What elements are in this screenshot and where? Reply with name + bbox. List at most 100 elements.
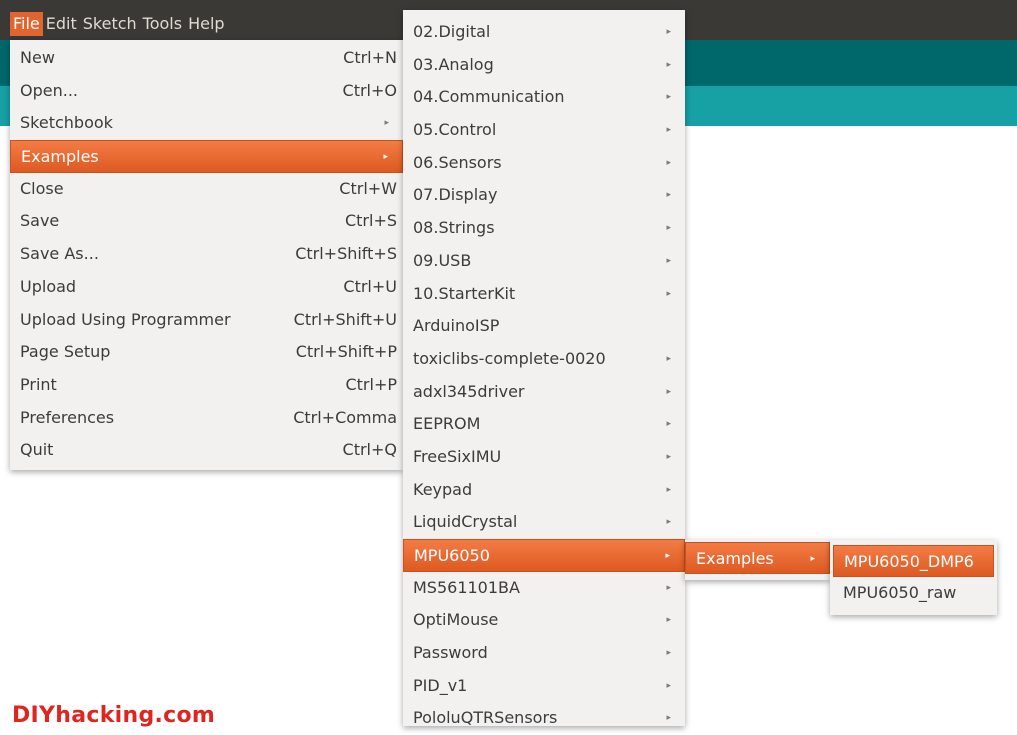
example-usb[interactable]: 09.USB ▸ <box>403 245 685 278</box>
example-analog[interactable]: 03.Analog ▸ <box>403 49 685 82</box>
menu-item-label: EEPROM <box>413 414 481 434</box>
menu-item-label: Close <box>20 178 64 198</box>
submenu-arrow-icon: ▸ <box>666 353 671 364</box>
submenu-arrow-icon: ▸ <box>666 288 671 299</box>
menu-item-label: LiquidCrystal <box>413 512 518 532</box>
menu-item-close[interactable]: Close Ctrl+W <box>10 173 403 206</box>
submenu-arrow-icon: ▸ <box>384 118 389 129</box>
menu-item-label: 08.Strings <box>413 218 495 238</box>
menu-item-label: MPU6050_DMP6 <box>844 552 974 571</box>
example-control[interactable]: 05.Control ▸ <box>403 114 685 147</box>
menu-item-label: OptiMouse <box>413 610 499 630</box>
menu-item-new[interactable]: New Ctrl+N <box>10 42 403 75</box>
submenu-arrow-icon: ▸ <box>383 152 388 163</box>
menubar: File Edit Sketch Tools Help <box>10 12 228 36</box>
example-optimouse[interactable]: OptiMouse ▸ <box>403 604 685 637</box>
submenu-arrow-icon: ▸ <box>666 648 671 659</box>
mpu6050-examples-item[interactable]: Examples ▸ <box>685 542 830 574</box>
examples-submenu: 02.Digital ▸ 03.Analog ▸ 04.Communication ▸… <box>403 10 685 727</box>
menu-item-sketchbook[interactable]: Sketchbook ▸ <box>10 107 403 140</box>
menu-item-save-as[interactable]: Save As... Ctrl+Shift+S <box>10 238 403 271</box>
submenu-arrow-icon: ▸ <box>666 190 671 201</box>
example-starterkit[interactable]: 10.StarterKit ▸ <box>403 278 685 311</box>
menu-item-preferences[interactable]: Preferences Ctrl+Comma <box>10 402 403 435</box>
submenu-arrow-icon: ▸ <box>666 223 671 234</box>
menu-item-label: 05.Control <box>413 120 497 140</box>
submenu-arrow-icon: ▸ <box>666 582 671 593</box>
menu-item-shortcut: Ctrl+U <box>343 276 397 296</box>
menu-item-label: FreeSixIMU <box>413 446 502 466</box>
menu-item-label: Save As... <box>20 244 99 264</box>
example-display[interactable]: 07.Display ▸ <box>403 179 685 212</box>
example-mpu6050[interactable]: MPU6050 ▸ <box>403 539 685 572</box>
example-keypad[interactable]: Keypad ▸ <box>403 474 685 507</box>
submenu-arrow-icon: ▸ <box>666 27 671 37</box>
submenu-arrow-icon: ▸ <box>666 59 671 70</box>
menu-item-label: Upload Using Programmer <box>20 309 231 329</box>
example-pid-v1[interactable]: PID_v1 ▸ <box>403 670 685 703</box>
example-communication[interactable]: 04.Communication ▸ <box>403 81 685 114</box>
example-toxiclibs[interactable]: toxiclibs-complete-0020 ▸ <box>403 343 685 376</box>
submenu-arrow-icon: ▸ <box>666 615 671 626</box>
menu-item-save[interactable]: Save Ctrl+S <box>10 205 403 238</box>
menu-item-label: 06.Sensors <box>413 152 502 172</box>
submenu-arrow-icon: ▸ <box>666 517 671 528</box>
mpu6050-examples-submenu: MPU6050_DMP6 MPU6050_raw <box>830 540 997 615</box>
example-eeprom[interactable]: EEPROM ▸ <box>403 408 685 441</box>
menu-item-upload-using-programmer[interactable]: Upload Using Programmer Ctrl+Shift+U <box>10 304 403 337</box>
menu-item-shortcut: Ctrl+P <box>345 374 397 394</box>
example-arduinoisp[interactable]: ArduinoISP <box>403 310 685 343</box>
submenu-arrow-icon: ▸ <box>666 92 671 103</box>
example-liquidcrystal[interactable]: LiquidCrystal ▸ <box>403 506 685 539</box>
menu-item-label: Save <box>20 211 60 231</box>
menu-item-shortcut: Ctrl+Shift+S <box>295 244 397 264</box>
mpu6050-submenu: Examples ▸ <box>685 540 830 580</box>
watermark: DIYhacking.com <box>12 703 216 728</box>
submenu-arrow-icon: ▸ <box>666 484 671 495</box>
menu-item-shortcut: Ctrl+Shift+U <box>293 309 397 329</box>
submenu-arrow-icon: ▸ <box>666 680 671 691</box>
example-freesiximu[interactable]: FreeSixIMU ▸ <box>403 441 685 474</box>
example-strings[interactable]: 08.Strings ▸ <box>403 212 685 245</box>
menu-item-label: Upload <box>20 276 77 296</box>
menu-item-shortcut: Ctrl+Comma <box>293 407 397 427</box>
submenu-arrow-icon: ▸ <box>666 713 671 724</box>
menu-sketch[interactable]: Sketch <box>80 12 140 36</box>
menu-help[interactable]: Help <box>185 12 227 36</box>
menu-edit[interactable]: Edit <box>43 12 80 36</box>
menu-file[interactable]: File <box>10 12 43 36</box>
example-password[interactable]: Password ▸ <box>403 637 685 670</box>
menu-item-label: Examples <box>696 549 774 568</box>
example-mpu6050-dmp6[interactable]: MPU6050_DMP6 <box>833 545 994 577</box>
menu-item-print[interactable]: Print Ctrl+P <box>10 369 403 402</box>
menu-item-label: Print <box>20 374 57 394</box>
example-sensors[interactable]: 06.Sensors ▸ <box>403 147 685 180</box>
menu-item-upload[interactable]: Upload Ctrl+U <box>10 271 403 304</box>
submenu-arrow-icon: ▸ <box>665 551 670 561</box>
menu-item-shortcut: Ctrl+S <box>344 211 397 231</box>
menu-item-quit[interactable]: Quit Ctrl+Q <box>10 434 403 467</box>
menu-item-label: Sketchbook <box>20 113 113 133</box>
menu-item-shortcut: Ctrl+Shift+P <box>295 342 397 362</box>
menu-item-open[interactable]: Open... Ctrl+O <box>10 75 403 108</box>
menu-item-label: MPU6050_raw <box>843 583 957 602</box>
submenu-arrow-icon: ▸ <box>666 255 671 266</box>
menu-item-label: 07.Display <box>413 185 498 205</box>
submenu-arrow-icon: ▸ <box>666 386 671 397</box>
example-mpu6050-raw[interactable]: MPU6050_raw <box>833 577 994 609</box>
example-pololuqtrsensors[interactable]: PololuQTRSensors ▸ <box>403 702 685 735</box>
example-digital[interactable]: 02.Digital ▸ <box>403 16 685 49</box>
menu-item-label: PololuQTRSensors <box>413 708 558 728</box>
menu-item-page-setup[interactable]: Page Setup Ctrl+Shift+P <box>10 336 403 369</box>
example-ms561101ba[interactable]: MS561101BA ▸ <box>403 572 685 605</box>
menu-item-shortcut: Ctrl+Q <box>342 440 397 460</box>
menu-item-examples[interactable]: Examples ▸ <box>10 140 403 173</box>
menu-item-label: toxiclibs-complete-0020 <box>413 348 606 368</box>
menu-tools[interactable]: Tools <box>140 12 185 36</box>
menu-item-shortcut: Ctrl+N <box>343 48 397 67</box>
menu-item-shortcut: Ctrl+W <box>339 178 397 198</box>
example-adxl345driver[interactable]: adxl345driver ▸ <box>403 376 685 409</box>
menu-item-label: 02.Digital <box>413 22 491 41</box>
menu-item-label: MS561101BA <box>413 577 520 597</box>
menu-item-label: PID_v1 <box>413 675 468 695</box>
